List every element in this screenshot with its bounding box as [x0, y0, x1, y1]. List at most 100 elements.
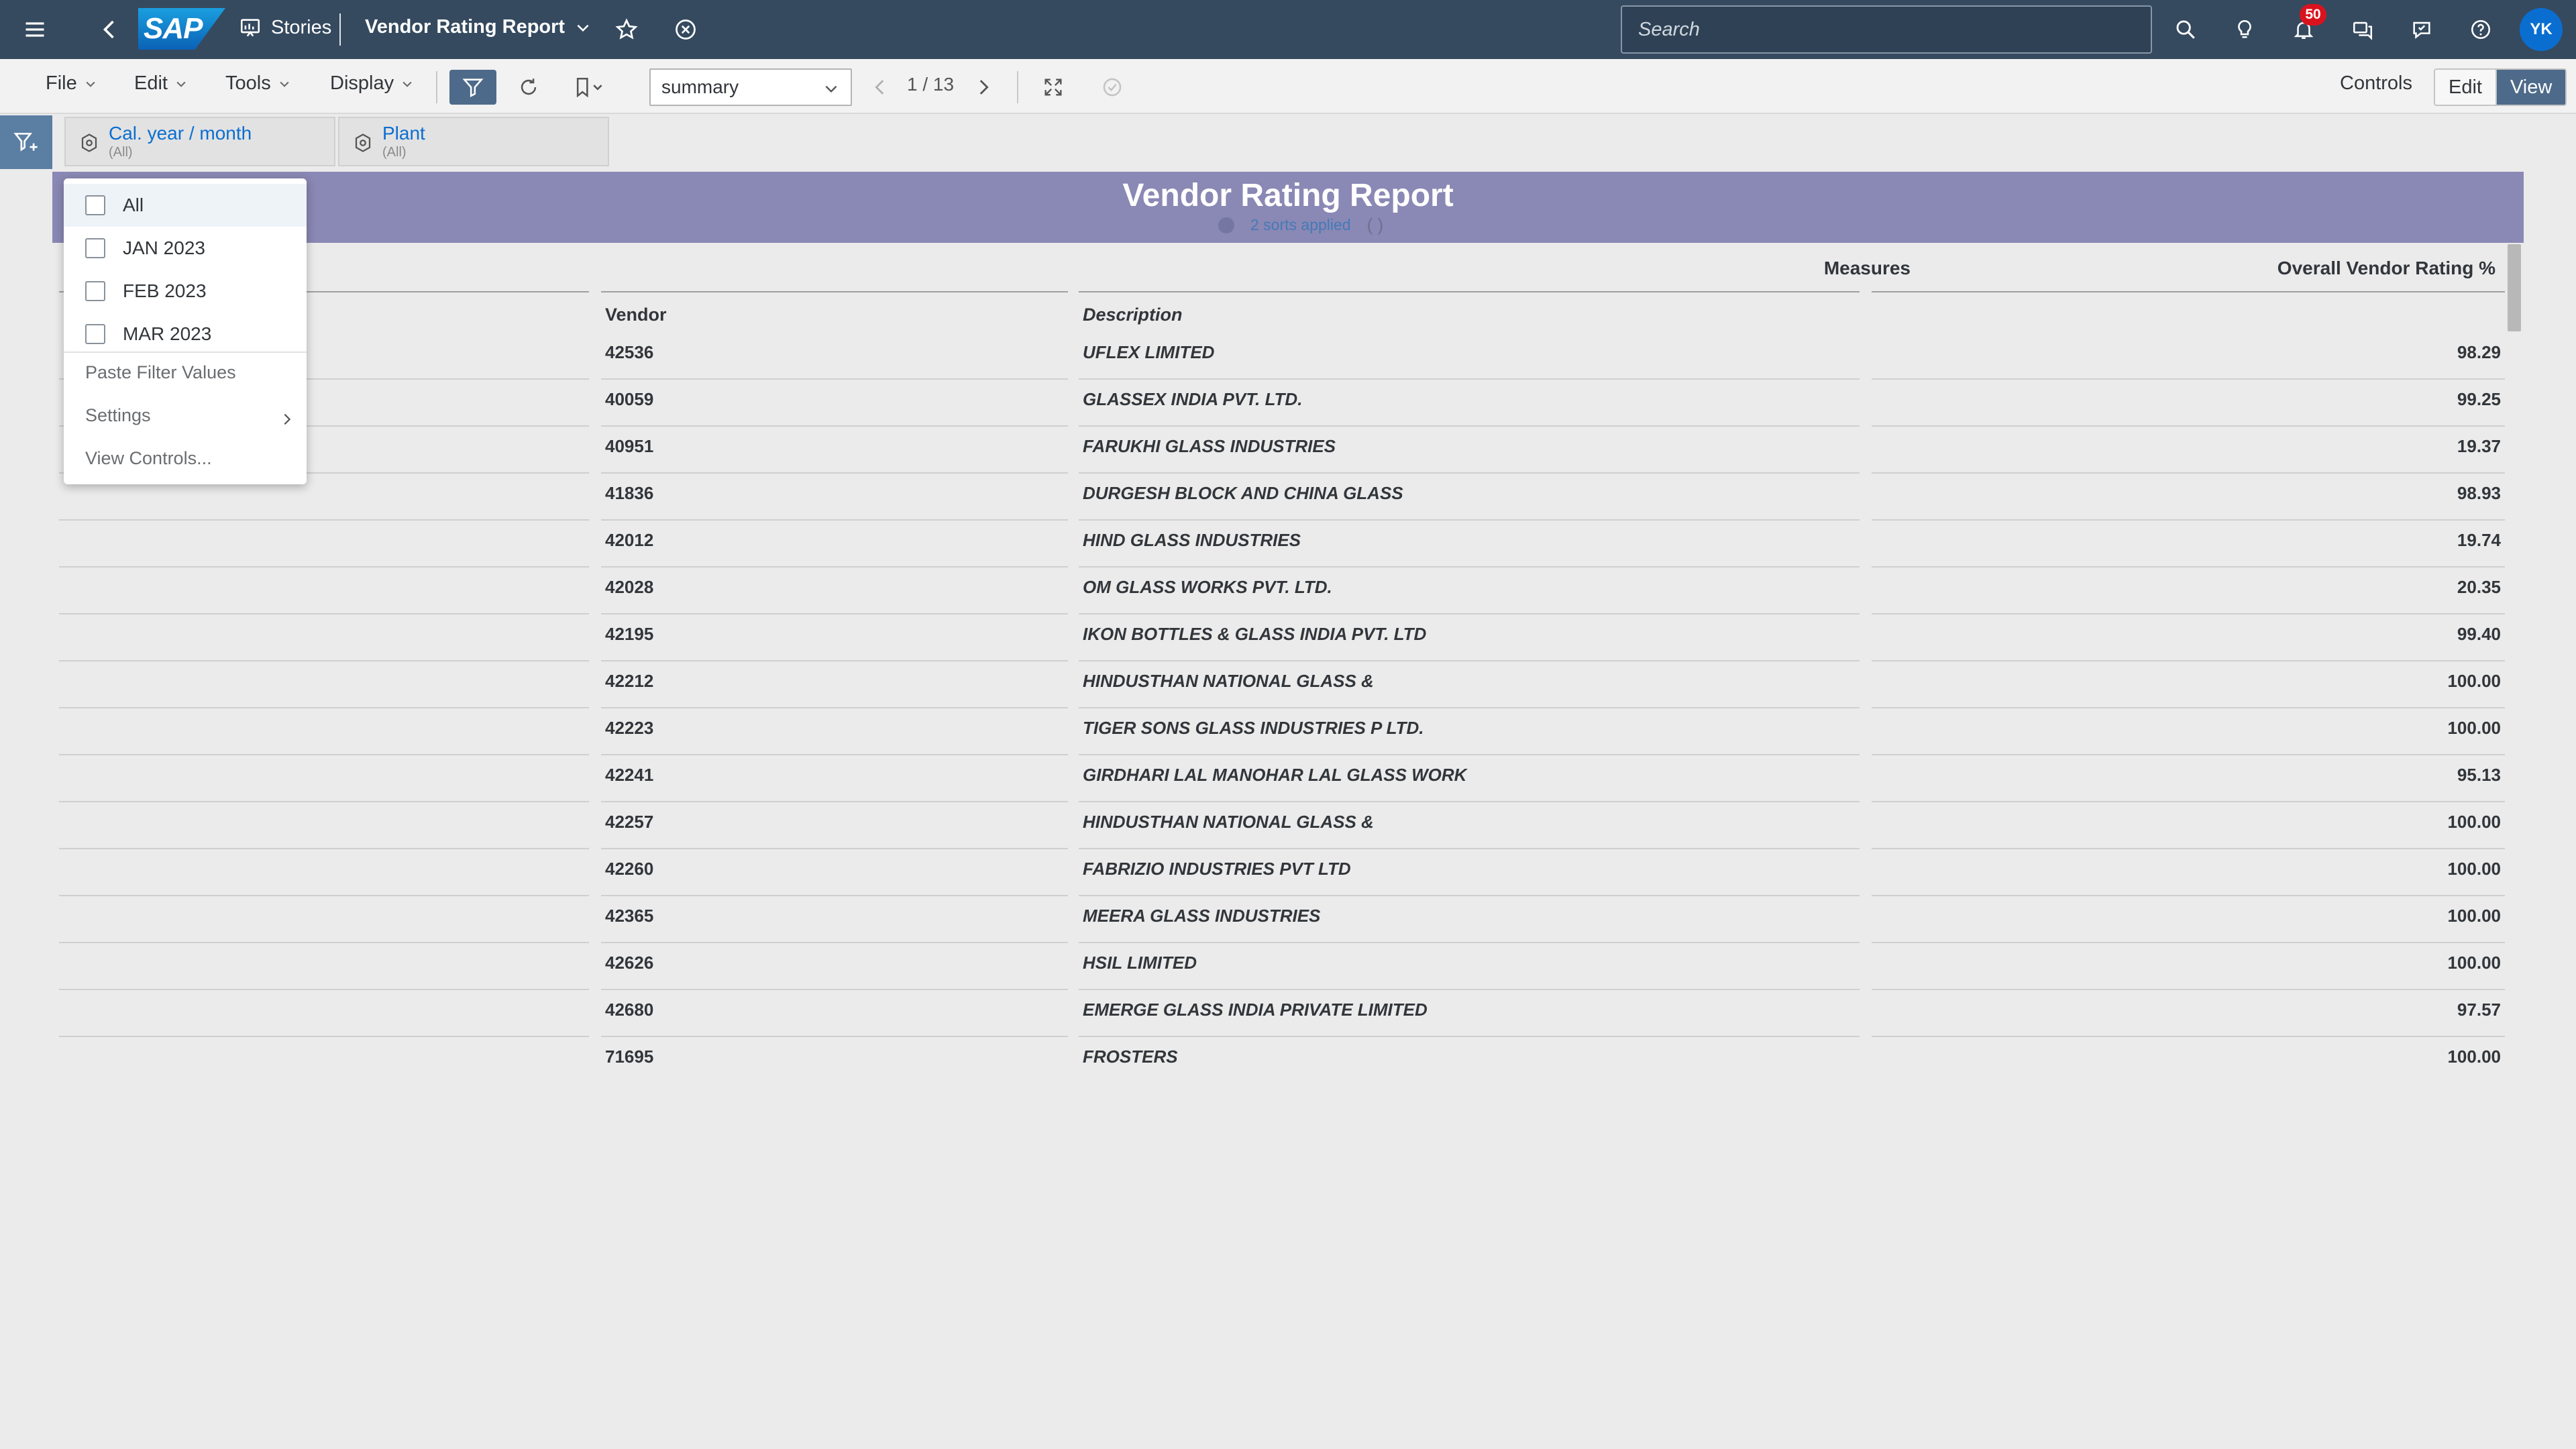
vendor-cell[interactable]: 42260 — [601, 849, 1068, 896]
description-cell[interactable]: IKON BOTTLES & GLASS INDIA PVT. LTD — [1079, 614, 1860, 661]
rating-cell[interactable]: 100.00 — [1872, 896, 2505, 943]
option-checkbox[interactable] — [85, 324, 105, 344]
menu-edit[interactable]: Edit — [134, 72, 188, 95]
rating-cell[interactable]: 100.00 — [1872, 1037, 2505, 1084]
row-header-cell[interactable] — [59, 521, 589, 568]
feedback-icon[interactable] — [2400, 8, 2443, 51]
vendor-cell[interactable]: 41836 — [601, 474, 1068, 521]
menu-tools[interactable]: Tools — [225, 72, 291, 95]
back-icon[interactable] — [90, 9, 130, 50]
help-icon[interactable] — [2459, 8, 2502, 51]
next-page-icon[interactable] — [966, 70, 1001, 105]
vendor-cell[interactable]: 42365 — [601, 896, 1068, 943]
menu-file[interactable]: File — [46, 72, 97, 95]
row-header-cell[interactable] — [59, 755, 589, 802]
description-cell[interactable]: FABRIZIO INDUSTRIES PVT LTD — [1079, 849, 1860, 896]
star-icon[interactable] — [606, 9, 647, 50]
row-header-cell[interactable] — [59, 1037, 589, 1084]
description-cell[interactable]: HSIL LIMITED — [1079, 943, 1860, 990]
search-input[interactable]: Search — [1621, 5, 2152, 54]
rating-cell[interactable]: 99.25 — [1872, 380, 2505, 427]
controls-button[interactable]: Controls — [2340, 72, 2412, 95]
option-jan-2023[interactable]: JAN 2023 — [64, 227, 307, 270]
description-cell[interactable]: EMERGE GLASS INDIA PRIVATE LIMITED — [1079, 990, 1860, 1037]
row-header-cell[interactable] — [59, 943, 589, 990]
refresh-icon[interactable] — [511, 70, 546, 105]
sap-logo[interactable]: SAP — [138, 8, 225, 50]
description-cell[interactable]: HIND GLASS INDUSTRIES — [1079, 521, 1860, 568]
row-header-cell[interactable] — [59, 568, 589, 614]
close-circle-icon[interactable] — [665, 9, 706, 50]
search-icon[interactable] — [2164, 8, 2207, 51]
row-header-cell[interactable] — [59, 849, 589, 896]
rating-cell[interactable]: 20.35 — [1872, 568, 2505, 614]
vendor-cell[interactable]: 42241 — [601, 755, 1068, 802]
filter-token-plant[interactable]: Plant (All) — [338, 117, 609, 166]
rating-cell[interactable]: 99.40 — [1872, 614, 2505, 661]
rating-cell[interactable]: 98.93 — [1872, 474, 2505, 521]
description-cell[interactable]: HINDUSTHAN NATIONAL GLASS & — [1079, 661, 1860, 708]
description-cell[interactable]: UFLEX LIMITED — [1079, 333, 1860, 380]
description-cell[interactable]: MEERA GLASS INDUSTRIES — [1079, 896, 1860, 943]
option-checkbox[interactable] — [85, 281, 105, 301]
paste-filter-values[interactable]: Paste Filter Values — [85, 362, 236, 383]
rating-cell[interactable]: 97.57 — [1872, 990, 2505, 1037]
table-scrollbar[interactable] — [2508, 244, 2521, 331]
chat-icon[interactable] — [2341, 8, 2384, 51]
vendor-cell[interactable]: 42626 — [601, 943, 1068, 990]
vendor-cell[interactable]: 40059 — [601, 380, 1068, 427]
vendor-cell[interactable]: 42195 — [601, 614, 1068, 661]
option-mar-2023[interactable]: MAR 2023 — [64, 313, 307, 356]
avatar[interactable]: YK — [2520, 8, 2563, 51]
rating-cell[interactable]: 19.74 — [1872, 521, 2505, 568]
description-cell[interactable]: OM GLASS WORKS PVT. LTD. — [1079, 568, 1860, 614]
fullscreen-icon[interactable] — [1036, 70, 1071, 105]
filter-toggle-button[interactable] — [449, 70, 496, 105]
option-checkbox[interactable] — [85, 238, 105, 258]
view-mode-button[interactable]: View — [2496, 70, 2566, 105]
option-feb-2023[interactable]: FEB 2023 — [64, 270, 307, 313]
sort-status-label[interactable]: 2 sorts applied — [1250, 216, 1351, 234]
vendor-cell[interactable]: 40951 — [601, 427, 1068, 474]
description-column-header[interactable]: Description — [1083, 305, 1183, 325]
vendor-cell[interactable]: 42536 — [601, 333, 1068, 380]
description-cell[interactable]: FARUKHI GLASS INDUSTRIES — [1079, 427, 1860, 474]
description-cell[interactable]: FROSTERS — [1079, 1037, 1860, 1084]
row-header-cell[interactable] — [59, 708, 589, 755]
vendor-cell[interactable]: 42223 — [601, 708, 1068, 755]
previous-page-icon[interactable] — [863, 70, 898, 105]
edit-mode-button[interactable]: Edit — [2435, 70, 2497, 105]
option-checkbox[interactable] — [85, 195, 105, 215]
vendor-column-header[interactable]: Vendor — [605, 305, 667, 325]
notifications-button[interactable]: 50 — [2282, 4, 2326, 51]
rating-cell[interactable]: 100.00 — [1872, 802, 2505, 849]
bookmark-icon[interactable] — [568, 70, 614, 105]
rating-cell[interactable]: 98.29 — [1872, 333, 2505, 380]
menu-display[interactable]: Display — [330, 72, 414, 95]
description-cell[interactable]: TIGER SONS GLASS INDUSTRIES P LTD. — [1079, 708, 1860, 755]
rating-cell[interactable]: 100.00 — [1872, 661, 2505, 708]
vendor-cell[interactable]: 71695 — [601, 1037, 1068, 1084]
rating-cell[interactable]: 95.13 — [1872, 755, 2505, 802]
description-cell[interactable]: GIRDHARI LAL MANOHAR LAL GLASS WORK — [1079, 755, 1860, 802]
option-all[interactable]: All — [64, 184, 307, 227]
row-header-cell[interactable] — [59, 896, 589, 943]
rating-cell[interactable]: 100.00 — [1872, 849, 2505, 896]
rating-cell[interactable]: 100.00 — [1872, 943, 2505, 990]
view-controls[interactable]: View Controls... — [85, 448, 212, 469]
row-header-cell[interactable] — [59, 614, 589, 661]
vendor-cell[interactable]: 42680 — [601, 990, 1068, 1037]
vendor-cell[interactable]: 42012 — [601, 521, 1068, 568]
row-header-cell[interactable] — [59, 802, 589, 849]
menu-icon[interactable] — [15, 9, 55, 50]
settings-submenu[interactable]: Settings — [85, 405, 151, 426]
description-cell[interactable]: GLASSEX INDIA PVT. LTD. — [1079, 380, 1860, 427]
filter-token-cal-year-month[interactable]: Cal. year / month (All) — [64, 117, 335, 166]
rating-cell[interactable]: 100.00 — [1872, 708, 2505, 755]
rating-cell[interactable]: 19.37 — [1872, 427, 2505, 474]
stories-link[interactable]: Stories — [239, 16, 331, 39]
story-title-menu[interactable]: Vendor Rating Report — [365, 16, 592, 38]
description-cell[interactable]: HINDUSTHAN NATIONAL GLASS & — [1079, 802, 1860, 849]
vendor-cell[interactable]: 42028 — [601, 568, 1068, 614]
row-header-cell[interactable] — [59, 990, 589, 1037]
